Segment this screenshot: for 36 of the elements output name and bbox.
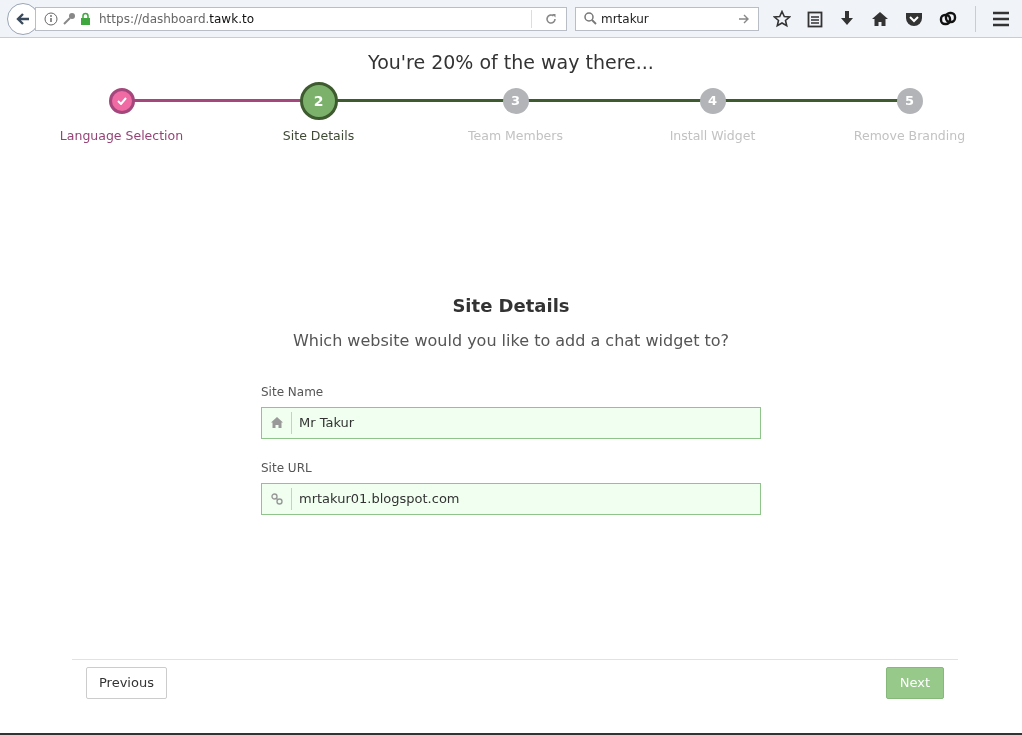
step-label: Site Details [282,127,355,145]
home-icon[interactable] [871,10,889,27]
link-icon [270,492,283,505]
progress-title: You're 20% of the way there... [367,50,655,75]
search-icon [584,12,597,25]
step-label: Language Selection [59,127,184,145]
input-field[interactable]: mrtakur01.blogspot.com [261,482,761,515]
section-heading: Site Details [451,293,571,318]
section-subheading: Which website would you like to add a chat widget to? [291,329,731,352]
key-icon [62,11,76,26]
step-number: 2 [299,82,338,120]
reload-icon[interactable] [544,11,558,26]
back-arrow-icon [15,10,31,27]
step-label: Install Widget [669,127,756,145]
step-label: Team Members [468,127,563,145]
search-field[interactable]: mrtakur [575,6,759,31]
field-label: Site Name [261,383,325,401]
step-number: 5 [896,88,923,114]
menu-icon[interactable] [992,10,1010,27]
home-icon [270,417,283,429]
url-text: https://dashboard.tawk.to [99,10,254,28]
pocket-icon[interactable] [905,10,923,27]
sync-icon[interactable] [939,9,957,28]
step-number: 4 [699,88,726,114]
field-label: Site URL [261,459,313,477]
check-icon [116,97,127,105]
address-bar[interactable]: https://dashboard.tawk.to [35,6,567,31]
step-number: 3 [502,88,529,114]
input-field[interactable]: Mr Takur [261,406,761,439]
lock-icon [80,12,91,25]
arrow-right-icon[interactable] [738,12,750,25]
step-label: Remove Branding [853,127,966,145]
star-icon[interactable] [773,9,791,28]
clipboard-icon[interactable] [807,9,823,28]
info-icon [44,11,58,26]
previous-button[interactable]: Previous [86,667,167,699]
